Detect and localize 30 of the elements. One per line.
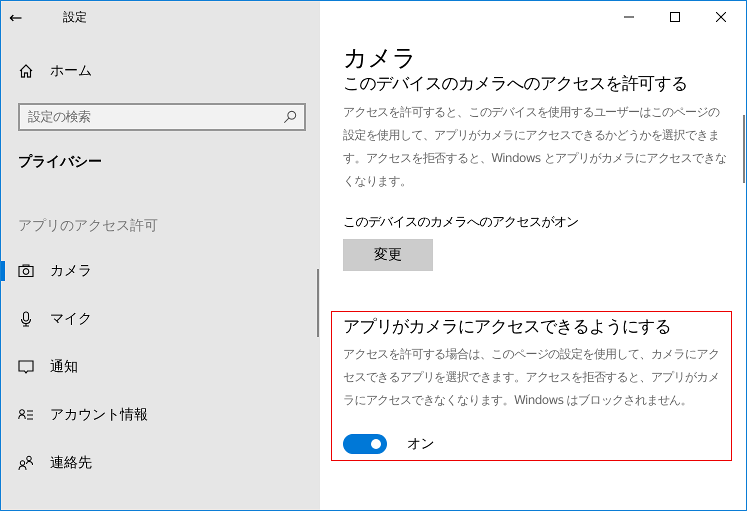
close-icon[interactable]	[716, 12, 726, 22]
sidebar-item[interactable]: カメラ	[1, 247, 320, 295]
page-title: カメラ	[343, 44, 418, 73]
window-title: 設定	[63, 8, 87, 26]
description: アクセスを許可すると、このデバイスを使用するユーザーはこのページの設定を使用して、アプリがカメラにアクセスできるかどうかを選択できます。アクセスを拒否すると、Windows とアプリがカメラにアクセスできなくなります。	[343, 104, 728, 190]
microphone-icon	[18, 311, 34, 327]
sidebar-item[interactable]: アカウント情報	[1, 391, 320, 439]
sidebar-item[interactable]: マイク	[1, 295, 320, 343]
description: アクセスを許可する場合は、このページの設定を使用して、カメラにアクセスできるアプリを選択できます。アクセスを拒否すると、アプリがカメラにアクセスできなくなります。Windows はブロックされません。	[343, 346, 720, 410]
status-text: このデバイスのカメラへのアクセスがオン	[343, 214, 580, 231]
message-icon	[18, 359, 34, 375]
back-button[interactable]: ←	[9, 8, 53, 26]
search-icon	[283, 110, 297, 124]
toggle-switch[interactable]	[343, 434, 387, 454]
home-icon	[18, 63, 34, 79]
scrollbar[interactable]	[317, 269, 319, 337]
section-heading: このデバイスのカメラへのアクセスを許可する	[343, 72, 688, 96]
section-label: アプリのアクセス許可	[18, 217, 159, 235]
camera-icon	[18, 263, 34, 279]
home-nav-item[interactable]: ホーム	[1, 49, 92, 93]
sidebar-item[interactable]: 通知	[1, 343, 320, 391]
search-field[interactable]: 設定の検索	[18, 103, 306, 131]
toggle-label: オン	[407, 435, 434, 454]
change-button[interactable]: 変更	[343, 238, 433, 271]
maximize-icon[interactable]	[670, 12, 680, 22]
category-title: プライバシー	[18, 153, 103, 171]
section-heading: アプリがカメラにアクセスできるようにする	[343, 316, 672, 339]
sidebar-item[interactable]: 連絡先	[1, 439, 320, 487]
people-icon	[18, 455, 34, 471]
scrollbar[interactable]	[743, 115, 745, 183]
